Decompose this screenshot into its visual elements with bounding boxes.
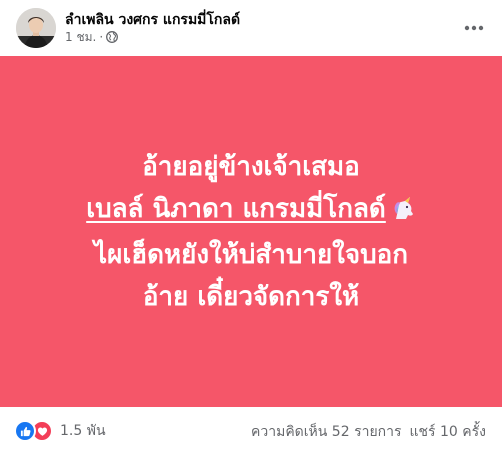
post-text-background: อ้ายอยู่ข้างเจ้าเสมอ เบลล์ นิภาดา แกรมมี…	[0, 56, 502, 407]
meta-separator: ·	[99, 30, 104, 44]
unicorn-icon	[390, 192, 416, 234]
post-header: ลำเพลิน วงศกร แกรมมี่โกลด์ 1 ชม. ·	[0, 0, 502, 56]
globe-icon[interactable]	[106, 31, 119, 43]
post-time[interactable]: 1 ชม.	[65, 28, 96, 47]
engagement-stats: ความคิดเห็น 52 รายการ แชร์ 10 ครั้ง	[251, 421, 486, 443]
author-avatar[interactable]	[16, 8, 56, 48]
more-options-button[interactable]	[458, 12, 490, 44]
reactions-summary[interactable]: 1.5 พัน	[14, 420, 106, 442]
mention-link[interactable]: เบลล์ นิภาดา แกรมมี่โกลด์	[86, 194, 386, 224]
post-text-line-3: ไผเฮ็ดหยังให้บ่สำบายใจบอก	[94, 239, 408, 270]
post-meta: 1 ชม. ·	[65, 28, 119, 47]
like-icon	[14, 420, 36, 442]
shares-count[interactable]: แชร์ 10 ครั้ง	[410, 421, 486, 443]
post-text-line-1: อ้ายอยู่ข้างเจ้าเสมอ	[142, 151, 360, 182]
more-dots-icon	[464, 25, 484, 31]
comments-count[interactable]: ความคิดเห็น 52 รายการ	[251, 421, 402, 443]
reaction-count: 1.5 พัน	[60, 423, 106, 439]
post-text-line-2: เบลล์ นิภาดา แกรมมี่โกลด์	[86, 188, 416, 234]
post-footer: 1.5 พัน ความคิดเห็น 52 รายการ แชร์ 10 คร…	[0, 407, 502, 450]
post-text: อ้ายอยู่ข้างเจ้าเสมอ เบลล์ นิภาดา แกรมมี…	[86, 146, 416, 318]
post-text-line-4: อ้าย เดี๋ยวจัดการให้	[142, 281, 360, 312]
